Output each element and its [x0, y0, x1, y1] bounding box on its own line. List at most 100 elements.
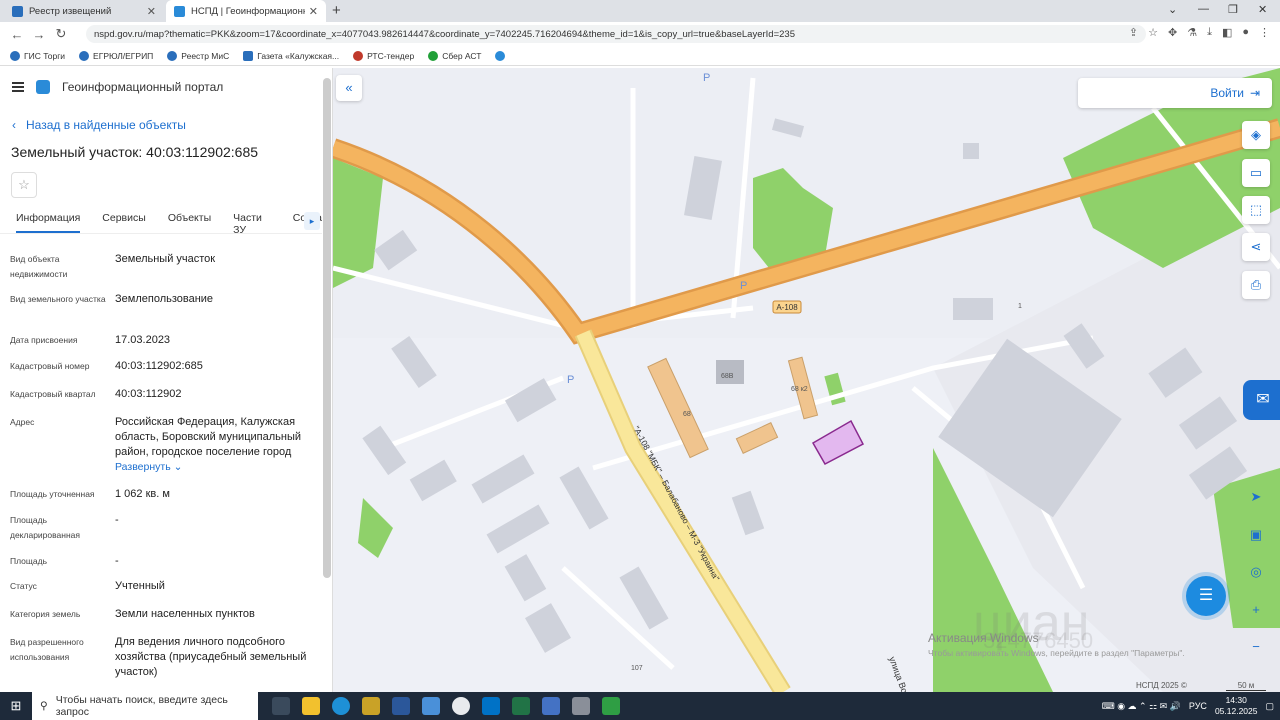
- download-icon[interactable]: ⤓: [1207, 26, 1212, 39]
- tab-favicon-icon: [12, 5, 23, 17]
- share-map-button[interactable]: ⋖: [1242, 233, 1270, 261]
- browser-toolbar: ⇪ ☆ ✥ ⚗ ⤓ ◧ ● ⋮: [1129, 26, 1270, 39]
- url-input[interactable]: nspd.gov.ru/map?thematic=PKK&zoom=17&coo…: [86, 25, 1146, 43]
- bookmark-item[interactable]: ЕГРЮЛ/ЕГРИП: [79, 50, 154, 61]
- zoom-out-button[interactable]: −: [1242, 633, 1270, 661]
- ruler-icon: ▭: [1249, 165, 1263, 180]
- outlook-icon[interactable]: [482, 697, 500, 715]
- mail-icon[interactable]: [422, 697, 440, 715]
- menu-dots-icon[interactable]: ⋮: [1259, 26, 1270, 39]
- layers-icon: ◈: [1251, 127, 1261, 142]
- selected-parcel[interactable]: [811, 419, 865, 466]
- building-label: 68: [683, 411, 691, 418]
- tab-parts[interactable]: Части ЗУ: [233, 212, 271, 236]
- bookmark-item[interactable]: Сбер АСТ: [428, 50, 481, 61]
- tab-objects[interactable]: Объекты: [168, 212, 211, 233]
- bookmark-item[interactable]: [495, 50, 506, 61]
- bookmark-item[interactable]: ГИС Торги: [10, 50, 65, 61]
- attribute-row: Дата присвоения 17.03.2023: [10, 333, 315, 348]
- start-button[interactable]: ⊞: [0, 698, 32, 714]
- navigation-arrow-icon: ➤: [1250, 489, 1262, 504]
- folder-icon[interactable]: [362, 697, 380, 715]
- building-label: 68 к2: [791, 386, 808, 393]
- attribute-value: Учтенный: [115, 580, 165, 592]
- sidepanel-icon[interactable]: ◧: [1222, 26, 1232, 39]
- copyright: НСПД 2025 ©: [1136, 681, 1187, 690]
- profile-icon[interactable]: ●: [1242, 26, 1249, 39]
- close-tab-icon[interactable]: ✕: [147, 5, 156, 18]
- attribute-row: Вид объекта недвижимости Земельный участ…: [10, 252, 315, 282]
- tray-icons[interactable]: ⌨ ◉ ☁ ⌃ ⚏ ✉ 🔊: [1102, 701, 1181, 712]
- taskbar-search[interactable]: ⚲ Чтобы начать поиск, введите здесь запр…: [32, 692, 258, 720]
- tabs-scroll-right-icon[interactable]: ▸: [304, 212, 320, 230]
- forward-arrow-icon[interactable]: →: [28, 27, 50, 42]
- minimize-icon[interactable]: —: [1198, 3, 1209, 15]
- attribute-value: Российская Федерация, Калужская область,…: [115, 416, 301, 458]
- taskbar-apps: [272, 697, 620, 715]
- activation-title: Активация Windows: [928, 631, 1039, 645]
- close-tab-icon[interactable]: ✕: [309, 5, 318, 18]
- bookmark-label: ЕГРЮЛ/ЕГРИП: [93, 50, 154, 61]
- new-tab-icon[interactable]: +: [332, 2, 341, 19]
- favorite-star-icon[interactable]: ☆: [11, 172, 37, 198]
- share-icon[interactable]: ⇪: [1129, 26, 1138, 39]
- bookmark-star-icon[interactable]: ☆: [1148, 26, 1158, 39]
- task-view-icon[interactable]: [272, 697, 290, 715]
- green-area: [358, 498, 393, 558]
- excel-icon[interactable]: [512, 697, 530, 715]
- collapse-panel-button[interactable]: «: [336, 75, 362, 101]
- clock[interactable]: 14:30 05.12.2025: [1215, 695, 1258, 717]
- select-area-button[interactable]: ⬚: [1242, 196, 1270, 224]
- select-icon: ⬚: [1249, 202, 1263, 217]
- browser-tab[interactable]: Реестр извещений ✕: [4, 0, 164, 22]
- back-to-results-link[interactable]: ‹ Назад в найденные объекты: [12, 118, 186, 132]
- attribute-label: Адрес: [10, 417, 35, 427]
- back-arrow-icon[interactable]: ←: [6, 27, 28, 42]
- tab-services[interactable]: Сервисы: [102, 212, 146, 233]
- activation-text: Чтобы активировать Windows, перейдите в …: [928, 648, 1185, 658]
- map-view[interactable]: А-108 "А-108 "МБК" – Балабаново – М-3 "У…: [333, 68, 1280, 692]
- street-label: улица Во: [887, 655, 909, 692]
- map-scale: 50 м: [1226, 681, 1266, 691]
- menu-icon[interactable]: [12, 82, 24, 92]
- panel-scrollbar[interactable]: [323, 78, 331, 578]
- layers-button[interactable]: ◈: [1242, 121, 1270, 149]
- bookmark-item[interactable]: РТС-тендер: [353, 50, 414, 61]
- browser-tab-active[interactable]: НСПД | Геоинформационный п ✕: [166, 0, 326, 22]
- support-button[interactable]: ✉: [1243, 380, 1280, 420]
- geolocation-button[interactable]: ◎: [1242, 558, 1270, 586]
- extensions-icon[interactable]: ✥: [1168, 26, 1177, 39]
- chat-button[interactable]: ☰: [1186, 576, 1226, 616]
- measure-button[interactable]: ▭: [1242, 159, 1270, 187]
- attribute-label: Вид земельного участка: [10, 294, 106, 304]
- expand-link[interactable]: Развернуть ⌄: [115, 460, 315, 475]
- bookmark-item[interactable]: Газета «Калужская...: [243, 50, 339, 61]
- edge-icon[interactable]: [332, 697, 350, 715]
- maximize-icon[interactable]: ❐: [1228, 3, 1238, 16]
- file-explorer-icon[interactable]: [302, 697, 320, 715]
- tab-search-icon[interactable]: ⌄: [1168, 3, 1177, 16]
- lab-icon[interactable]: ⚗: [1187, 26, 1197, 39]
- building-label: 68В: [721, 373, 734, 380]
- clock-time: 14:30: [1225, 695, 1247, 705]
- minimap-button[interactable]: ▣: [1242, 521, 1270, 549]
- calculator-icon[interactable]: [542, 697, 560, 715]
- word-icon[interactable]: [392, 697, 410, 715]
- tab-information[interactable]: Информация: [16, 212, 81, 233]
- attribute-row: Площадь декларированная -: [10, 513, 315, 543]
- language-indicator[interactable]: РУС: [1189, 701, 1207, 711]
- location-pin-icon: ◎: [1250, 564, 1262, 579]
- zoom-in-button[interactable]: +: [1242, 596, 1270, 624]
- reload-icon[interactable]: ↻: [50, 26, 72, 42]
- login-button[interactable]: Войти ⇥: [1078, 78, 1272, 108]
- app-icon[interactable]: [572, 697, 590, 715]
- attribute-label: Дата присвоения: [10, 335, 78, 345]
- close-window-icon[interactable]: ✕: [1258, 3, 1267, 16]
- print-button[interactable]: ⎙: [1242, 271, 1270, 299]
- locate-button[interactable]: ➤: [1242, 483, 1270, 511]
- notifications-icon[interactable]: ▢: [1265, 701, 1274, 712]
- home-app-icon[interactable]: [602, 697, 620, 715]
- chrome-icon[interactable]: [452, 697, 470, 715]
- bookmark-item[interactable]: Реестр МиС: [167, 50, 229, 61]
- attribute-label: Площадь уточненная: [10, 489, 95, 499]
